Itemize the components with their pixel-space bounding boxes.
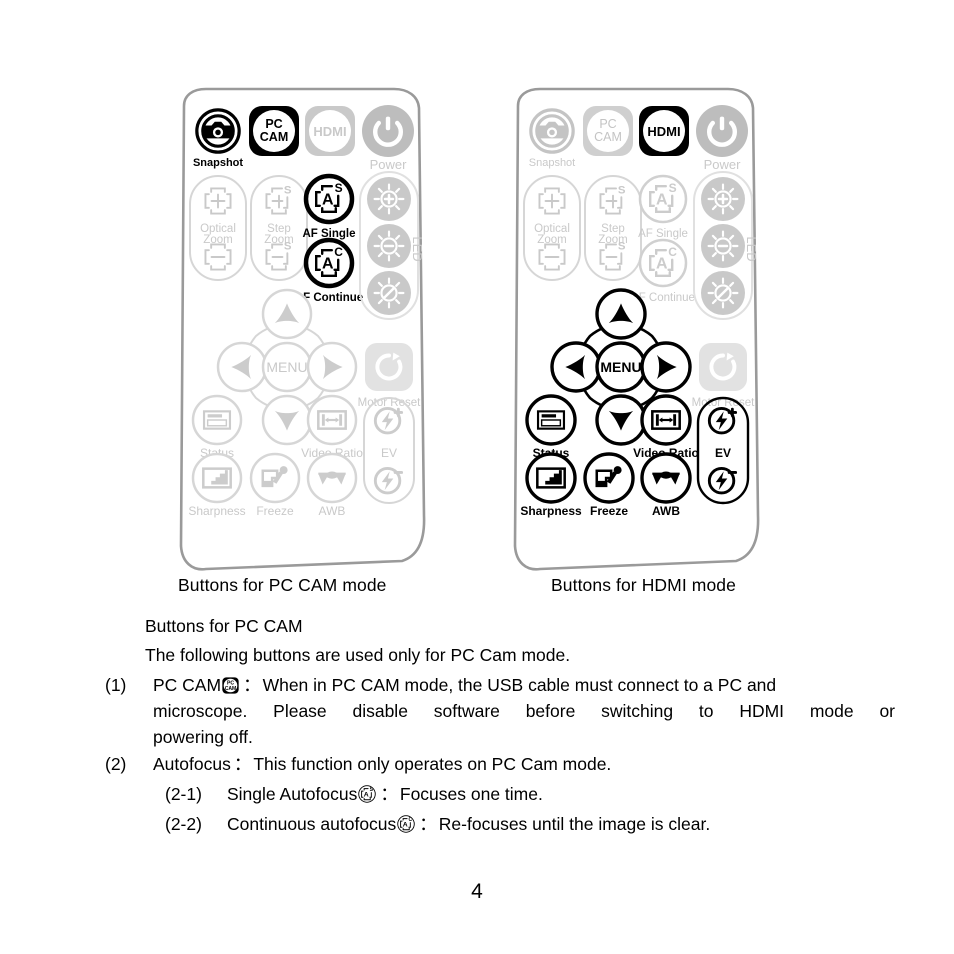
svg-text:Sharpness: Sharpness <box>520 504 582 518</box>
button-menu[interactable]: MENU <box>261 341 313 393</box>
button-sharpness[interactable]: Sharpness <box>188 452 246 518</box>
list-item-text: PC CAM PC CAM： When in PC CAM mode, the USB… <box>153 672 895 750</box>
af-single-icon: AS <box>358 785 377 803</box>
svg-text:HDMI: HDMI <box>647 124 680 139</box>
svg-text:CAM: CAM <box>594 130 622 144</box>
item2-text: This function only operates on PC Cam mo… <box>253 754 612 774</box>
button-left[interactable] <box>216 341 268 393</box>
body-text: Buttons for PC CAM The following buttons… <box>105 613 895 837</box>
button-hdmi[interactable]: HDMI <box>305 106 355 156</box>
svg-text:MENU: MENU <box>600 359 641 375</box>
svg-text:CAM: CAM <box>260 130 288 144</box>
button-right[interactable] <box>640 341 692 393</box>
hdmi-remote: Snapshot PC CAM HDMI Power Optical Zoom … <box>506 86 764 572</box>
sub-item-text: Single Autofocus A S： Focuses one time. <box>227 781 543 807</box>
svg-text:Snapshot: Snapshot <box>529 157 575 169</box>
button-label-freeze: Freeze <box>256 504 294 518</box>
svg-text:Power: Power <box>704 157 742 172</box>
button-right[interactable] <box>306 341 358 393</box>
sub-item-number: (2-1) <box>165 784 202 804</box>
svg-text:EV: EV <box>715 446 731 460</box>
button-up[interactable] <box>595 288 647 340</box>
button-label-ev: EV <box>381 446 397 460</box>
button-label-awb: AWB <box>319 504 346 518</box>
svg-text:A: A <box>403 822 408 829</box>
button-label-snapshot: Snapshot <box>193 157 243 169</box>
svg-text:AF Single: AF Single <box>638 228 688 240</box>
button-status[interactable]: Status <box>191 394 243 460</box>
svg-text:LED: LED <box>744 236 759 261</box>
svg-text:PC: PC <box>227 680 234 686</box>
button-down[interactable] <box>261 394 313 446</box>
button-power[interactable]: Power <box>362 105 414 172</box>
svg-text:A: A <box>364 792 369 799</box>
continuous-autofocus-term: Continuous autofocus <box>227 814 397 834</box>
pc-cam-icon: PC CAM <box>222 677 239 694</box>
sub-list-item: (2-2) Continuous autofocus A C： Re-focuses … <box>165 811 895 837</box>
figure-caption-left: Buttons for PC CAM mode <box>178 575 387 595</box>
svg-text:PC: PC <box>265 117 282 131</box>
sub-item1-text: Focuses one time. <box>399 784 543 804</box>
button-af-single[interactable]: AF Single <box>302 173 356 240</box>
pc-cam-remote: S S <box>172 86 430 572</box>
sub-list-item: (2-1) Single Autofocus A S： Focuses one tim… <box>165 781 895 807</box>
button-status[interactable]: Status <box>525 394 577 460</box>
numbered-list: (1) PC CAM PC CAM： When in PC CAM mode, the… <box>105 672 895 777</box>
af-continue-icon: AC <box>397 815 416 833</box>
list-item-number: (1) <box>105 675 127 695</box>
pc-cam-term: PC CAM <box>153 675 222 695</box>
button-up[interactable] <box>261 288 313 340</box>
button-menu[interactable]: MENU <box>595 341 647 393</box>
svg-text:PC: PC <box>599 117 616 131</box>
button-hdmi[interactable]: HDMI <box>639 106 689 156</box>
fullwidth-colon: ： <box>243 675 261 695</box>
manual-page: S S <box>0 0 954 954</box>
fullwidth-colon: ： <box>419 814 437 834</box>
autofocus-term: Autofocus <box>153 754 231 774</box>
button-label-power: Power <box>370 157 408 172</box>
sub-item2-text: Re-focuses until the image is clear. <box>438 814 711 834</box>
button-power[interactable]: Power <box>696 105 748 172</box>
page-number: 4 <box>471 880 483 903</box>
svg-text:Freeze: Freeze <box>590 504 628 518</box>
svg-text:CAM: CAM <box>225 686 237 692</box>
single-autofocus-term: Single Autofocus <box>227 784 358 804</box>
item1-line1: When in PC CAM mode, the USB cable must … <box>262 675 777 695</box>
button-left[interactable] <box>550 341 602 393</box>
sub-item-number: (2-2) <box>165 814 202 834</box>
button-down[interactable] <box>595 394 647 446</box>
button-pc-cam[interactable]: PC CAM <box>249 106 299 156</box>
list-item: (2) Autofocus： This function only operate… <box>105 751 895 777</box>
item1-line3: powering off. <box>153 727 253 747</box>
fullwidth-colon: ： <box>233 754 252 774</box>
button-label-led: LED <box>410 236 425 261</box>
list-item: (1) PC CAM PC CAM： When in PC CAM mode, the… <box>105 672 895 750</box>
button-pc-cam[interactable]: PC CAM <box>583 106 633 156</box>
remote-figures: S S <box>0 0 954 571</box>
button-freeze[interactable]: Freeze <box>583 452 635 518</box>
button-motor-reset[interactable]: Motor Reset <box>358 343 421 409</box>
sub-item-text: Continuous autofocus A C： Re-focuses until … <box>227 811 710 837</box>
svg-text:AWB: AWB <box>652 504 680 518</box>
button-label-sharpness: Sharpness <box>188 504 245 518</box>
button-freeze[interactable]: Freeze <box>249 452 301 518</box>
list-item-text: Autofocus： This function only operates on… <box>153 751 895 777</box>
sub-list: (2-1) Single Autofocus A S： Focuses one tim… <box>165 781 895 837</box>
section-intro: The following buttons are used only for … <box>145 645 571 665</box>
svg-text:HDMI: HDMI <box>313 124 346 139</box>
list-item-number: (2) <box>105 754 127 774</box>
button-af-single[interactable]: AF Single <box>638 174 688 240</box>
figure-caption-right: Buttons for HDMI mode <box>551 575 736 595</box>
svg-text:C: C <box>409 817 413 823</box>
item1-line2: microscope. Please disable software befo… <box>153 701 895 721</box>
fullwidth-colon: ： <box>380 784 398 804</box>
button-label-menu: MENU <box>266 359 307 375</box>
section-heading: Buttons for PC CAM <box>145 616 303 636</box>
